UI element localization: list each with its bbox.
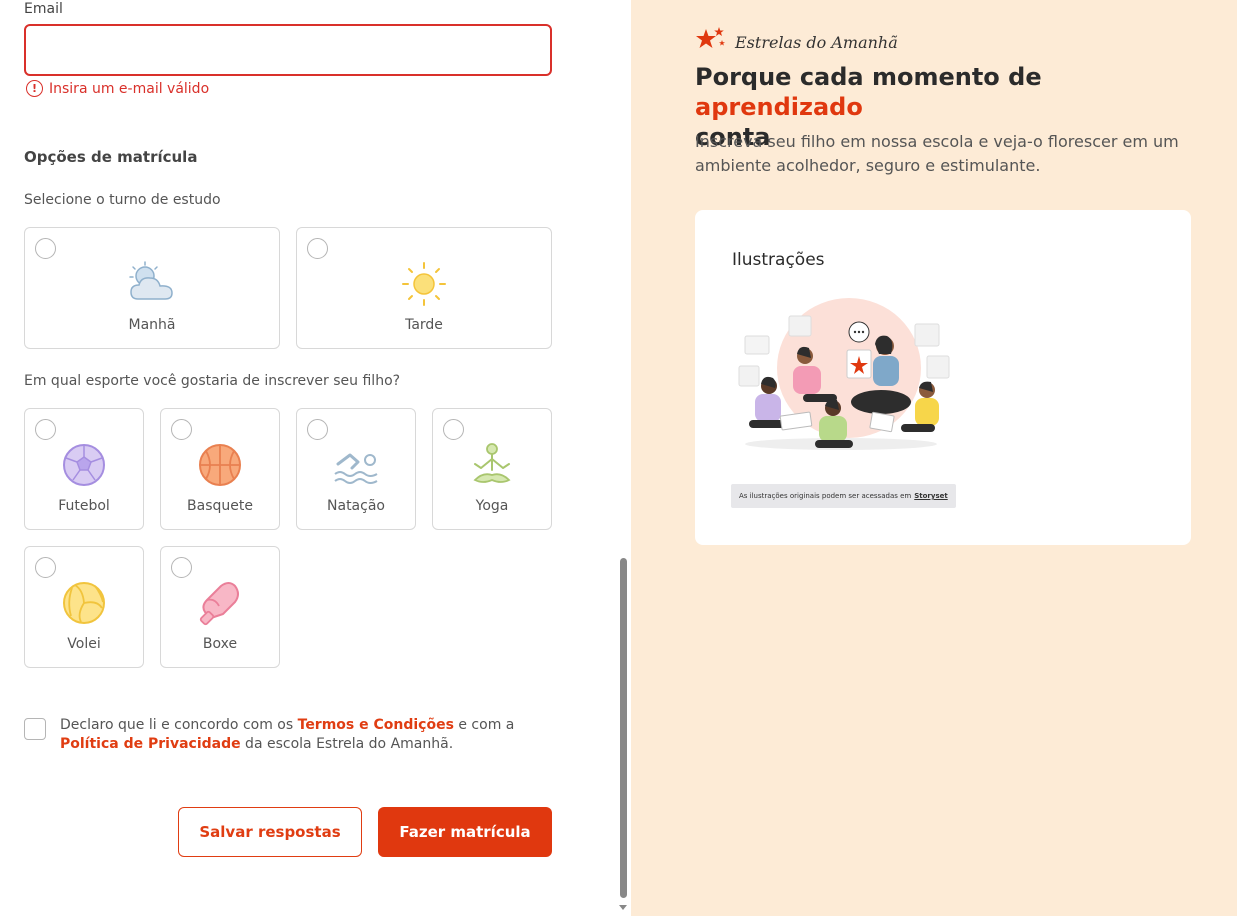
radio-button[interactable] (307, 419, 328, 440)
terms-consent: Declaro que li e concordo com os Termos … (24, 716, 544, 754)
sport-option-basketball[interactable]: Basquete (160, 408, 280, 530)
radio-button[interactable] (35, 419, 56, 440)
brand: Estrelas do Amanhã (695, 26, 898, 58)
alert-circle-icon: ! (26, 80, 43, 97)
hero-title-part1: Porque cada momento de (695, 63, 1042, 91)
terms-text: Declaro que li e concordo com os Termos … (60, 716, 514, 754)
sport-label: Volei (67, 636, 101, 652)
radio-button[interactable] (35, 238, 56, 259)
scroll-down-arrow-icon[interactable] (619, 905, 627, 910)
illustration-card: Ilustrações As ilustrações originais pod… (695, 210, 1191, 545)
sport-label: Yoga (475, 498, 509, 514)
shift-label: Manhã (128, 317, 176, 333)
email-error-text: Insira um e-mail válido (49, 80, 210, 97)
sport-label: Natação (327, 498, 385, 514)
volleyball-icon (61, 580, 107, 630)
sport-label: Basquete (187, 498, 253, 514)
swimmer-icon (332, 442, 380, 492)
basketball-icon (197, 442, 243, 492)
email-error: ! Insira um e-mail válido (26, 80, 209, 97)
shift-label: Tarde (405, 317, 443, 333)
sport-label: Boxe (202, 636, 238, 652)
save-button[interactable]: Salvar respostas (178, 807, 362, 857)
illustration-card-title: Ilustrações (732, 250, 825, 270)
shift-option-morning[interactable]: Manhã (24, 227, 280, 349)
cloud-sun-icon (128, 261, 176, 309)
scrollbar[interactable] (614, 0, 631, 916)
storyset-link[interactable]: Storyset (914, 492, 947, 500)
radio-button[interactable] (443, 419, 464, 440)
sport-option-volleyball[interactable]: Volei (24, 546, 144, 668)
terms-checkbox[interactable] (24, 718, 46, 740)
radio-button[interactable] (307, 238, 328, 259)
sport-question: Em qual esporte você gostaria de inscrev… (24, 373, 401, 389)
radio-button[interactable] (171, 419, 192, 440)
shift-option-afternoon[interactable]: Tarde (296, 227, 552, 349)
sport-option-swimming[interactable]: Natação (296, 408, 416, 530)
email-label: Email (24, 1, 63, 17)
shift-question: Selecione o turno de estudo (24, 192, 221, 208)
boxing-glove-icon (197, 580, 243, 630)
soccer-ball-icon (61, 442, 107, 492)
email-field[interactable] (24, 24, 552, 76)
sport-option-soccer[interactable]: Futebol (24, 408, 144, 530)
info-pane: Estrelas do Amanhã Porque cada momento d… (631, 0, 1237, 916)
form-pane: Email ! Insira um e-mail válido Opções d… (0, 0, 631, 916)
terms-link[interactable]: Termos e Condições (298, 717, 454, 733)
privacy-link[interactable]: Política de Privacidade (60, 736, 241, 752)
sport-option-boxing[interactable]: Boxe (160, 546, 280, 668)
enrollment-options-title: Opções de matrícula (24, 148, 198, 166)
hero-title-accent: aprendizado (695, 93, 863, 121)
radio-button[interactable] (171, 557, 192, 578)
yoga-icon (469, 442, 515, 492)
sun-icon (401, 261, 447, 311)
terms-middle: e com a (453, 717, 515, 733)
hero-subtitle: Inscreva seu filho em nossa escola e vej… (695, 132, 1179, 175)
credit-text: As ilustrações originais podem ser acess… (739, 492, 912, 500)
illustration-credit: As ilustrações originais podem ser acess… (731, 484, 956, 508)
radio-button[interactable] (35, 557, 56, 578)
terms-prefix: Declaro que li e concordo com os (60, 717, 298, 733)
sport-option-yoga[interactable]: Yoga (432, 408, 552, 530)
sport-label: Futebol (58, 498, 110, 514)
classroom-illustration (731, 296, 957, 468)
stars-logo-icon (695, 26, 727, 58)
brand-name: Estrelas do Amanhã (735, 32, 898, 52)
terms-suffix: da escola Estrela do Amanhã. (240, 736, 454, 752)
submit-enrollment-button[interactable]: Fazer matrícula (378, 807, 552, 857)
scrollbar-thumb[interactable] (620, 558, 627, 898)
